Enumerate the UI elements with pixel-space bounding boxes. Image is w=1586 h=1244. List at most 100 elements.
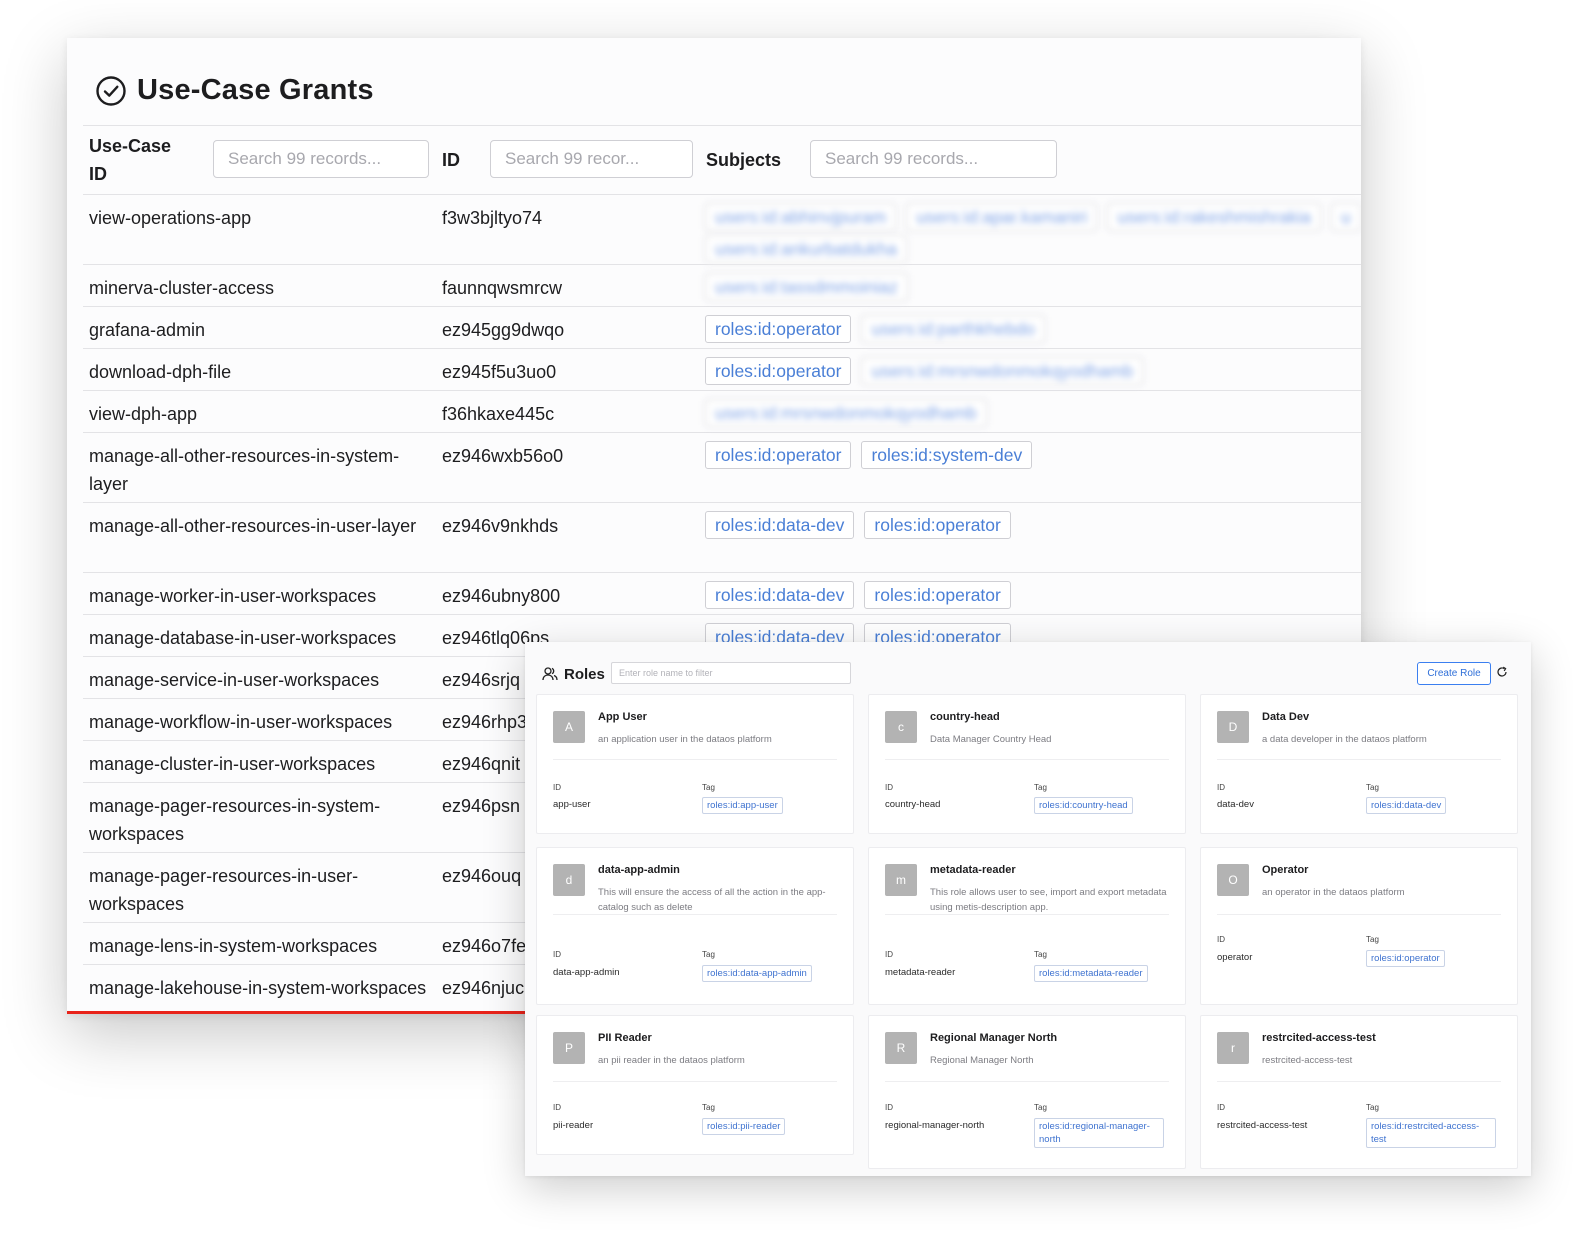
subject-chip[interactable]: roles:id:operator — [864, 581, 1011, 609]
table-row[interactable]: manage-all-other-resources-in-system-lay… — [83, 433, 1361, 503]
divider — [553, 914, 837, 915]
usecase-id-cell: manage-worker-in-user-workspaces — [89, 586, 377, 606]
role-card[interactable]: D Data Dev a data developer in the dataos … — [1200, 694, 1518, 834]
role-description: an application user in the dataos platfo… — [598, 734, 772, 745]
subject-chip[interactable]: users:id:mrsnwdonmokqyodhamb — [861, 357, 1144, 385]
divider — [1217, 759, 1501, 760]
id-cell: ez946rhp3 — [442, 712, 528, 732]
role-id-value: regional-manager-north — [885, 1120, 985, 1131]
role-id-value: restrcited-access-test — [1217, 1120, 1308, 1131]
usecase-id-cell: manage-database-in-user-workspaces — [89, 628, 397, 648]
table-row[interactable]: manage-worker-in-user-workspaces ez946ubn… — [83, 573, 1361, 615]
role-tag-chip[interactable]: roles:id:restrcited-access-test — [1366, 1118, 1496, 1148]
subject-chip[interactable]: users:id:abhinvjpuram — [705, 203, 897, 231]
role-id-label: ID — [553, 783, 561, 792]
role-name: Regional Manager North — [930, 1032, 1058, 1044]
role-tag-chip[interactable]: roles:id:country-head — [1034, 797, 1133, 814]
role-avatar: d — [553, 864, 585, 896]
subject-chip[interactable]: roles:id:data-dev — [705, 511, 855, 539]
table-row[interactable]: download-dph-file ez945f5u3uo0 roles:id:op… — [83, 349, 1361, 391]
role-card[interactable]: R Regional Manager North Regional Manager … — [868, 1015, 1186, 1169]
role-id-value: pii-reader — [553, 1120, 594, 1131]
subject-chip[interactable]: users:id:ankurbatdukha — [705, 235, 907, 263]
table-row[interactable]: view-operations-app f3w3bjltyo74 users:id:… — [83, 195, 1361, 265]
subject-chip[interactable]: users:id:parthkhebdo — [861, 315, 1045, 343]
role-tag-chip[interactable]: roles:id:pii-reader — [702, 1118, 786, 1135]
column-header-subjects: Subjects — [706, 150, 782, 170]
subjects-search-input[interactable] — [810, 140, 1057, 178]
role-tag-label: Tag — [702, 783, 715, 792]
role-description: This role allows user to see, import and… — [930, 887, 1167, 913]
subject-chip[interactable]: users:id:rakeshmishrakia — [1107, 203, 1321, 231]
role-filter-input[interactable] — [611, 662, 851, 684]
subject-chip[interactable]: u — [1330, 203, 1361, 231]
role-id-label: ID — [553, 1103, 561, 1112]
divider — [885, 914, 1169, 915]
role-description: an operator in the dataos platform — [1262, 887, 1405, 898]
table-row[interactable]: minerva-cluster-access faunnqwsmrcw users:… — [83, 265, 1361, 307]
id-cell: ez946srjq — [442, 670, 521, 690]
id-search-input[interactable] — [490, 140, 693, 178]
check-circle-icon — [96, 75, 126, 106]
usecase-id-cell: manage-service-in-user-workspaces — [89, 670, 380, 690]
role-id-label: ID — [553, 950, 561, 959]
role-tag-label: Tag — [1034, 950, 1047, 959]
usecase-id-cell: manage-pager-resources-in-user-workspace… — [89, 866, 359, 914]
role-card[interactable]: d data-app-admin This will ensure the acce… — [536, 847, 854, 1005]
role-tag-chip[interactable]: roles:id:metadata-reader — [1034, 965, 1148, 982]
users-icon — [542, 667, 558, 681]
role-card[interactable]: r restrcited-access-test restrcited-access… — [1200, 1015, 1518, 1169]
usecase-search-input[interactable] — [213, 140, 429, 178]
subject-chip[interactable]: roles:id:data-dev — [705, 581, 855, 609]
role-avatar: O — [1217, 864, 1249, 896]
role-card[interactable]: A App User an application user in the data… — [536, 694, 854, 834]
subject-chip[interactable]: roles:id:system-dev — [861, 441, 1033, 469]
subject-chip[interactable]: roles:id:operator — [705, 357, 852, 385]
role-avatar: A — [553, 711, 585, 743]
subject-chip[interactable]: users:id:tassdmmoiniaz — [705, 273, 908, 301]
id-cell: ez946njuc — [442, 978, 525, 998]
subject-chip[interactable]: roles:id:operator — [705, 315, 852, 343]
role-tag-label: Tag — [1034, 1103, 1047, 1112]
role-id-label: ID — [1217, 935, 1225, 944]
roles-title: Roles — [564, 666, 605, 683]
table-row[interactable]: grafana-admin ez945gg9dwqo roles:id:operat… — [83, 307, 1361, 349]
table-row[interactable]: view-dph-app f36hkaxe445c users:id:mrsnwdo… — [83, 391, 1361, 433]
role-tag-chip[interactable]: roles:id:regional-manager-north — [1034, 1118, 1164, 1148]
id-cell: ez946o7fe — [442, 936, 527, 956]
role-avatar: R — [885, 1032, 917, 1064]
subjects-cell: users:id:tassdmmoiniaz — [705, 273, 1361, 301]
role-name: data-app-admin — [598, 864, 680, 876]
role-tag-chip[interactable]: roles:id:operator — [1366, 950, 1445, 967]
role-card[interactable]: m metadata-reader This role allows user to… — [868, 847, 1186, 1005]
subjects-cell: roles:id:operator users:id:mrsnwdonmokqyo… — [705, 357, 1361, 385]
create-role-button[interactable]: Create Role — [1417, 662, 1491, 685]
role-id-label: ID — [885, 1103, 893, 1112]
role-description: Regional Manager North — [930, 1055, 1034, 1066]
id-cell: ez946ubny800 — [442, 586, 561, 606]
usecase-id-cell: minerva-cluster-access — [89, 278, 275, 298]
subject-chip[interactable]: roles:id:operator — [705, 441, 852, 469]
role-tag-chip[interactable]: roles:id:data-app-admin — [702, 965, 812, 982]
usecase-id-cell: manage-all-other-resources-in-user-layer — [89, 516, 417, 536]
column-header-id: ID — [442, 150, 460, 170]
role-card[interactable]: O Operator an operator in the dataos platf… — [1200, 847, 1518, 1005]
role-tag-label: Tag — [1366, 935, 1379, 944]
id-cell: ez946wxb56o0 — [442, 446, 564, 466]
divider — [1217, 1081, 1501, 1082]
usecase-id-cell: manage-lakehouse-in-system-workspaces — [89, 978, 427, 998]
subject-chip[interactable]: roles:id:operator — [864, 511, 1011, 539]
subjects-cell: users:id:abhinvjpuram users:id:apar.kaman… — [705, 203, 1361, 263]
subject-chip[interactable]: users:id:mrsnwdonmokqyodhamb — [705, 399, 987, 427]
refresh-icon[interactable] — [1496, 666, 1508, 678]
role-card[interactable]: c country-head Data Manager Country Head ID… — [868, 694, 1186, 834]
subject-chip[interactable]: users:id:apar.kamaniri — [906, 203, 1098, 231]
role-card[interactable]: P PII Reader an pii reader in the dataos p… — [536, 1015, 854, 1155]
role-name: metadata-reader — [930, 864, 1016, 876]
role-tag-chip[interactable]: roles:id:data-dev — [1366, 797, 1447, 814]
table-row[interactable]: manage-all-other-resources-in-user-layer… — [83, 503, 1361, 573]
subjects-cell: roles:id:data-dev roles:id:operator — [705, 511, 1361, 539]
role-tag-chip[interactable]: roles:id:app-user — [702, 797, 783, 814]
subjects-cell: roles:id:operator roles:id:system-dev — [705, 441, 1361, 469]
id-cell: ez946psn — [442, 796, 521, 816]
